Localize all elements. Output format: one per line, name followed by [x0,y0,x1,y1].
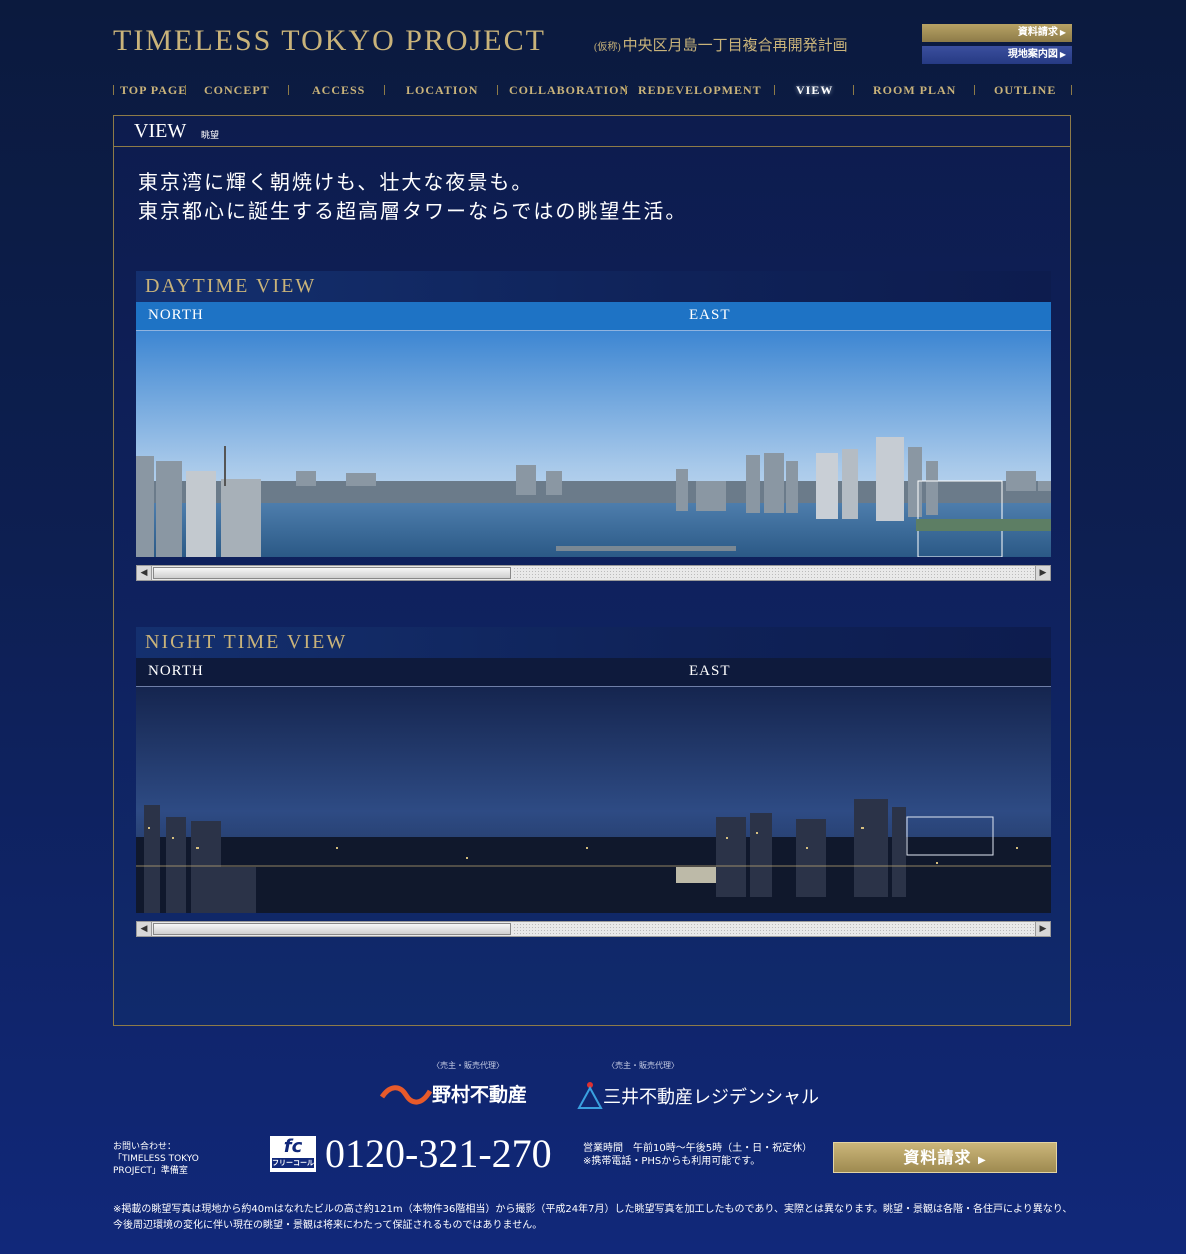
site-title[interactable]: TIMELESS TOKYO PROJECT [113,24,546,58]
phone-number[interactable]: 0120-321-270 [325,1130,552,1177]
nav-top-page[interactable]: TOP PAGE [120,83,187,98]
nav-view[interactable]: VIEW [796,83,833,98]
mobile-note: ※携帯電話・PHSからも利用可能です。 [583,1156,761,1167]
section-header: VIEW 眺望 [114,116,1070,147]
scroll-thumb[interactable] [153,923,511,935]
direction-bar: NORTH EAST [136,658,1051,687]
night-panorama[interactable] [136,687,1051,913]
scroll-right-icon[interactable]: ▶ [1035,922,1050,936]
request-label: 資料請求 [903,1148,972,1167]
disclaimer-note: ※掲載の眺望写真は現地から約40mはなれたビルの高さ約121m（本物件36階相当… [113,1204,1073,1231]
scroll-thumb[interactable] [153,567,511,579]
header-map-button[interactable]: 現地案内図 ▶ [922,46,1072,64]
section-subtitle: 眺望 [201,131,220,141]
contact-label: お問い合わせ：「TIMELESS TOKYO PROJECT」準備室 [113,1142,199,1176]
business-hours: 営業時間 午前10時〜午後5時（土・日・祝定休） ※携帯電話・PHSからも利用可… [583,1142,823,1168]
daytime-view-panel: DAYTIME VIEW NORTH EAST ◀ ▶ [136,271,1051,581]
nomura-name: 野村不動産 [432,1084,528,1106]
daytime-panorama-image [136,331,1051,557]
scroll-track[interactable] [513,567,1034,579]
freecall-logo-icon: fc フリーコール [270,1136,316,1172]
lead-line-1: 東京湾に輝く朝焼けも、壮大な夜景も。 [138,172,534,194]
nav-divider [384,85,385,95]
freecall-label: フリーコール [272,1158,314,1168]
direction-north: NORTH [148,663,204,679]
daytime-panorama[interactable] [136,331,1051,557]
request-materials-button[interactable]: 資料請求 ▶ [833,1142,1057,1173]
section-title: VIEW [134,120,187,142]
nav-outline[interactable]: OUTLINE [994,83,1056,98]
nav-divider [288,85,289,95]
nav-divider [974,85,975,95]
daytime-scrollbar[interactable]: ◀ ▶ [136,565,1051,581]
header-request-label: 資料請求 [1017,27,1058,38]
global-nav: TOP PAGE CONCEPT ACCESS LOCATION COLLABO… [113,82,1073,100]
nav-divider [185,85,186,95]
daytime-view-title: DAYTIME VIEW [136,271,1051,302]
sponsor-caption-2: 〈売主・販売代理〉 [607,1061,679,1070]
direction-east: EAST [689,307,731,323]
nav-access[interactable]: ACCESS [312,83,365,98]
arrow-right-icon: ▶ [1059,28,1066,37]
night-view-title: NIGHT TIME VIEW [136,627,1051,658]
mitsui-logo[interactable]: 三井不動産レジデンシャル [577,1080,819,1112]
lead-line-2: 東京都心に誕生する超高層タワーならではの眺望生活。 [138,201,688,223]
nav-redevelopment[interactable]: REDEVELOPMENT [638,83,762,98]
night-view-panel: NIGHT TIME VIEW NORTH EAST ◀ ▶ [136,627,1051,937]
subtitle-prefix: (仮称) [594,42,621,53]
direction-north: NORTH [148,307,204,323]
header-request-button[interactable]: 資料請求 ▶ [922,24,1072,42]
view-section: VIEW 眺望 東京湾に輝く朝焼けも、壮大な夜景も。 東京都心に誕生する超高層タ… [113,115,1071,1026]
nav-divider [774,85,775,95]
nav-divider [113,85,114,95]
nav-divider [1071,85,1072,95]
hours-text: 営業時間 午前10時〜午後5時（土・日・祝定休） [583,1143,813,1154]
mitsui-name: 三井不動産レジデンシャル [603,1087,819,1108]
freecall-mark: fc [283,1136,303,1157]
night-scrollbar[interactable]: ◀ ▶ [136,921,1051,937]
nomura-logo[interactable]: 野村不動産 [380,1080,527,1107]
nomura-mark-icon [380,1084,432,1104]
mitsui-mark-icon [577,1082,603,1109]
lead-copy: 東京湾に輝く朝焼けも、壮大な夜景も。 東京都心に誕生する超高層タワーならではの眺… [138,169,687,227]
night-panorama-image [136,687,1051,913]
direction-bar: NORTH EAST [136,302,1051,331]
sponsor-caption-1: 〈売主・販売代理〉 [432,1061,504,1070]
direction-east: EAST [689,663,731,679]
nav-collaboration[interactable]: COLLABORATION [509,83,629,98]
nav-concept[interactable]: CONCEPT [204,83,270,98]
nav-room-plan[interactable]: ROOM PLAN [873,83,956,98]
scroll-right-icon[interactable]: ▶ [1035,566,1050,580]
nav-divider [853,85,854,95]
arrow-right-icon: ▶ [977,1155,987,1166]
scroll-left-icon[interactable]: ◀ [137,566,152,580]
subtitle-text: 中央区月島一丁目複合再開発計画 [622,38,848,54]
nav-divider [625,85,626,95]
scroll-left-icon[interactable]: ◀ [137,922,152,936]
arrow-right-icon: ▶ [1059,50,1066,59]
header-map-label: 現地案内図 [1007,49,1058,60]
scroll-track[interactable] [513,923,1034,935]
site-subtitle: (仮称) 中央区月島一丁目複合再開発計画 [594,34,848,55]
nav-location[interactable]: LOCATION [406,83,478,98]
nav-divider [497,85,498,95]
